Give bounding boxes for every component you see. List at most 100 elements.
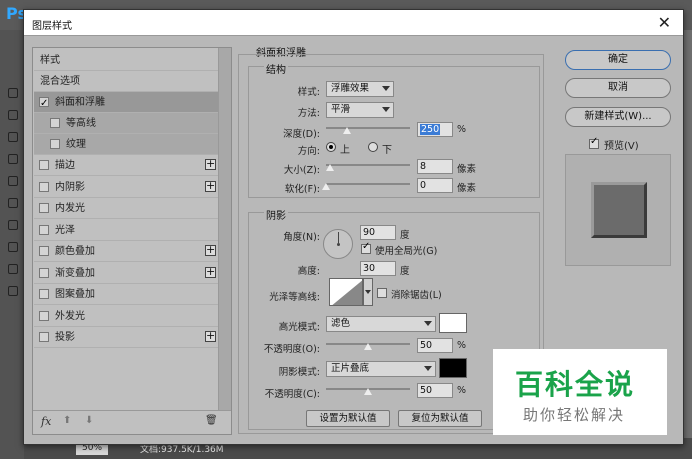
move-down-icon[interactable]: ⬇ xyxy=(85,415,93,426)
list-item-style[interactable]: 斜面和浮雕 xyxy=(34,92,218,114)
size-slider[interactable] xyxy=(326,164,410,166)
list-item-style[interactable]: 光泽 xyxy=(34,220,218,241)
style-checkbox[interactable] xyxy=(39,332,49,342)
fx-icon[interactable]: fx xyxy=(41,415,51,428)
size-input[interactable]: 8 xyxy=(417,159,453,174)
list-item-label: 渐变叠加 xyxy=(55,268,95,279)
cancel-button[interactable]: 取消 xyxy=(565,78,671,98)
style-checkbox[interactable] xyxy=(39,203,49,213)
preview-checkbox[interactable] xyxy=(589,136,599,149)
depth-input[interactable]: 250 xyxy=(417,122,453,137)
tool-icon[interactable] xyxy=(8,198,18,208)
tool-icon[interactable] xyxy=(8,176,18,186)
list-item-style[interactable]: 渐变叠加 + xyxy=(34,263,218,284)
highlight-mode-value: 滤色 xyxy=(331,318,351,329)
soften-slider-thumb[interactable] xyxy=(322,183,330,190)
size-unit: 像素 xyxy=(457,164,477,175)
tool-icon[interactable] xyxy=(8,154,18,164)
new-style-button[interactable]: 新建样式(W)... xyxy=(565,107,671,127)
reset-default-button[interactable]: 复位为默认值 xyxy=(398,410,482,427)
tool-icon[interactable] xyxy=(8,132,18,142)
style-checkbox[interactable] xyxy=(39,311,49,321)
list-scrollbar[interactable] xyxy=(218,48,231,410)
list-item-style[interactable]: 图案叠加 xyxy=(34,284,218,305)
list-item-label: 颜色叠加 xyxy=(55,246,95,257)
highlight-mode-select[interactable]: 滤色 xyxy=(326,316,436,332)
add-effect-icon[interactable]: + xyxy=(205,158,216,170)
list-item-label: 内发光 xyxy=(55,203,85,214)
soften-slider[interactable] xyxy=(326,183,410,185)
style-checkbox[interactable] xyxy=(50,118,60,128)
global-light-checkbox[interactable] xyxy=(361,241,371,254)
highlight-opacity-thumb[interactable] xyxy=(364,343,372,350)
list-item-style[interactable]: 描边 + xyxy=(34,155,218,176)
add-effect-icon[interactable]: + xyxy=(205,330,216,342)
list-item-style[interactable]: 等高线 xyxy=(34,113,218,134)
shadow-opacity-input[interactable]: 50 xyxy=(417,383,453,398)
style-select[interactable]: 浮雕效果 xyxy=(326,81,394,97)
angle-dial[interactable] xyxy=(323,229,353,259)
tool-icon[interactable] xyxy=(8,88,18,98)
direction-up-radio[interactable] xyxy=(326,142,336,152)
direction-down-radio[interactable] xyxy=(368,142,378,152)
highlight-color-swatch[interactable] xyxy=(439,313,467,333)
chevron-down-icon xyxy=(382,86,390,91)
shadow-opacity-thumb[interactable] xyxy=(364,388,372,395)
gloss-contour-dropdown[interactable] xyxy=(363,278,373,306)
list-item-style[interactable]: 颜色叠加 + xyxy=(34,241,218,262)
highlight-opacity-input[interactable]: 50 xyxy=(417,338,453,353)
make-default-button[interactable]: 设置为默认值 xyxy=(306,410,390,427)
technique-label: 方法: xyxy=(297,108,320,119)
gloss-contour-preview[interactable] xyxy=(329,278,363,306)
size-slider-thumb[interactable] xyxy=(326,164,335,171)
style-label: 样式: xyxy=(297,87,320,98)
list-item-label: 混合选项 xyxy=(40,76,80,87)
list-header-styles[interactable]: 样式 xyxy=(34,50,218,71)
dialog-titlebar: 图层样式 ✕ xyxy=(24,10,683,36)
altitude-label: 高度: xyxy=(297,266,320,277)
list-item-style[interactable]: 外发光 xyxy=(34,306,218,327)
list-item-style[interactable]: 内阴影 + xyxy=(34,177,218,198)
shadow-mode-select[interactable]: 正片叠底 xyxy=(326,361,436,377)
style-checkbox[interactable] xyxy=(39,268,49,278)
depth-slider[interactable] xyxy=(326,127,410,129)
technique-select[interactable]: 平滑 xyxy=(326,102,394,118)
list-item-label: 外发光 xyxy=(55,311,85,322)
tool-icon[interactable] xyxy=(8,242,18,252)
angle-label: 角度(N): xyxy=(283,232,320,243)
list-item-label: 投影 xyxy=(55,332,75,343)
shadow-color-swatch[interactable] xyxy=(439,358,467,378)
list-item-style[interactable]: 纹理 xyxy=(34,134,218,155)
anti-alias-label: 消除锯齿(L) xyxy=(391,290,442,301)
depth-slider-thumb[interactable] xyxy=(343,127,351,134)
ok-button[interactable]: 确定 xyxy=(565,50,671,70)
add-effect-icon[interactable]: + xyxy=(205,244,216,256)
anti-alias-checkbox[interactable] xyxy=(377,288,387,298)
list-item-blend-options[interactable]: 混合选项 xyxy=(34,71,218,92)
style-checkbox[interactable] xyxy=(39,246,49,256)
style-checkbox[interactable] xyxy=(39,93,49,114)
trash-icon[interactable]: 🗑 xyxy=(205,415,218,426)
size-label: 大小(Z): xyxy=(283,165,320,176)
list-item-style[interactable]: 内发光 xyxy=(34,198,218,219)
depth-input-value: 250 xyxy=(420,124,441,135)
angle-input[interactable]: 90 xyxy=(360,225,396,240)
style-checkbox[interactable] xyxy=(50,139,60,149)
tool-icon[interactable] xyxy=(8,220,18,230)
add-effect-icon[interactable]: + xyxy=(205,266,216,278)
style-preview xyxy=(565,154,671,266)
depth-unit: % xyxy=(457,124,467,135)
style-checkbox[interactable] xyxy=(39,182,49,192)
style-checkbox[interactable] xyxy=(39,160,49,170)
move-up-icon[interactable]: ⬆ xyxy=(63,415,71,426)
list-item-style[interactable]: 投影 + xyxy=(34,327,218,348)
close-icon[interactable]: ✕ xyxy=(658,13,671,32)
style-checkbox[interactable] xyxy=(39,289,49,299)
tool-icon[interactable] xyxy=(8,264,18,274)
hand-tool-icon[interactable] xyxy=(8,286,18,296)
tool-icon[interactable] xyxy=(8,110,18,120)
soften-input[interactable]: 0 xyxy=(417,178,453,193)
add-effect-icon[interactable]: + xyxy=(205,180,216,192)
style-checkbox[interactable] xyxy=(39,225,49,235)
altitude-input[interactable]: 30 xyxy=(360,261,396,276)
